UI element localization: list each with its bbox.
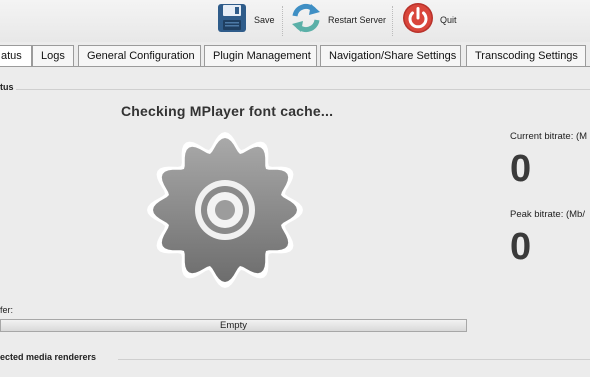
buffer-progress-bar: Empty — [0, 319, 467, 332]
tab-transcoding-settings[interactable]: Transcoding Settings — [466, 45, 586, 67]
section-divider — [16, 89, 590, 90]
status-message: Checking MPlayer font cache... — [121, 103, 334, 119]
renderers-section-title: ected media renderers — [0, 352, 97, 362]
save-button[interactable]: Save — [216, 1, 275, 39]
buffer-progress-text: Empty — [220, 320, 247, 331]
tab-navigation-share-settings[interactable]: Navigation/Share Settings — [320, 45, 461, 67]
tab-status[interactable]: atus — [0, 45, 32, 67]
quit-label: Quit — [440, 15, 457, 25]
buffer-label: fer: — [0, 305, 14, 315]
refresh-arrows-icon — [290, 2, 322, 39]
tab-baseline — [0, 66, 590, 67]
floppy-disk-icon — [216, 2, 248, 39]
current-bitrate-label: Current bitrate: (M — [510, 131, 588, 142]
app-window: Save Restart Server Quit atus Logs Gener… — [0, 0, 590, 377]
tab-label: atus — [1, 50, 22, 62]
peak-bitrate-value: 0 — [510, 226, 532, 268]
tab-logs[interactable]: Logs — [32, 45, 74, 67]
tab-general-configuration[interactable]: General Configuration — [78, 45, 201, 67]
power-icon — [402, 2, 434, 39]
tab-label: Logs — [41, 50, 65, 62]
restart-server-label: Restart Server — [328, 15, 387, 25]
tab-label: Navigation/Share Settings — [329, 50, 457, 62]
tab-label: Transcoding Settings — [475, 50, 578, 62]
quit-button[interactable]: Quit — [402, 1, 457, 39]
gear-icon — [145, 130, 305, 290]
tab-plugin-management[interactable]: Plugin Management — [204, 45, 317, 67]
save-label: Save — [254, 15, 275, 25]
restart-server-button[interactable]: Restart Server — [290, 1, 386, 39]
peak-bitrate-label: Peak bitrate: (Mb/ — [510, 209, 585, 220]
tab-label: General Configuration — [87, 50, 195, 62]
toolbar: Save Restart Server Quit — [0, 0, 590, 42]
tab-bar: atus Logs General Configuration Plugin M… — [0, 45, 590, 67]
current-bitrate-value: 0 — [510, 148, 532, 190]
section-divider — [118, 359, 590, 360]
status-section-title: tus — [0, 82, 14, 92]
toolbar-separator — [392, 6, 393, 36]
tab-label: Plugin Management — [213, 50, 311, 62]
toolbar-separator — [282, 6, 283, 36]
